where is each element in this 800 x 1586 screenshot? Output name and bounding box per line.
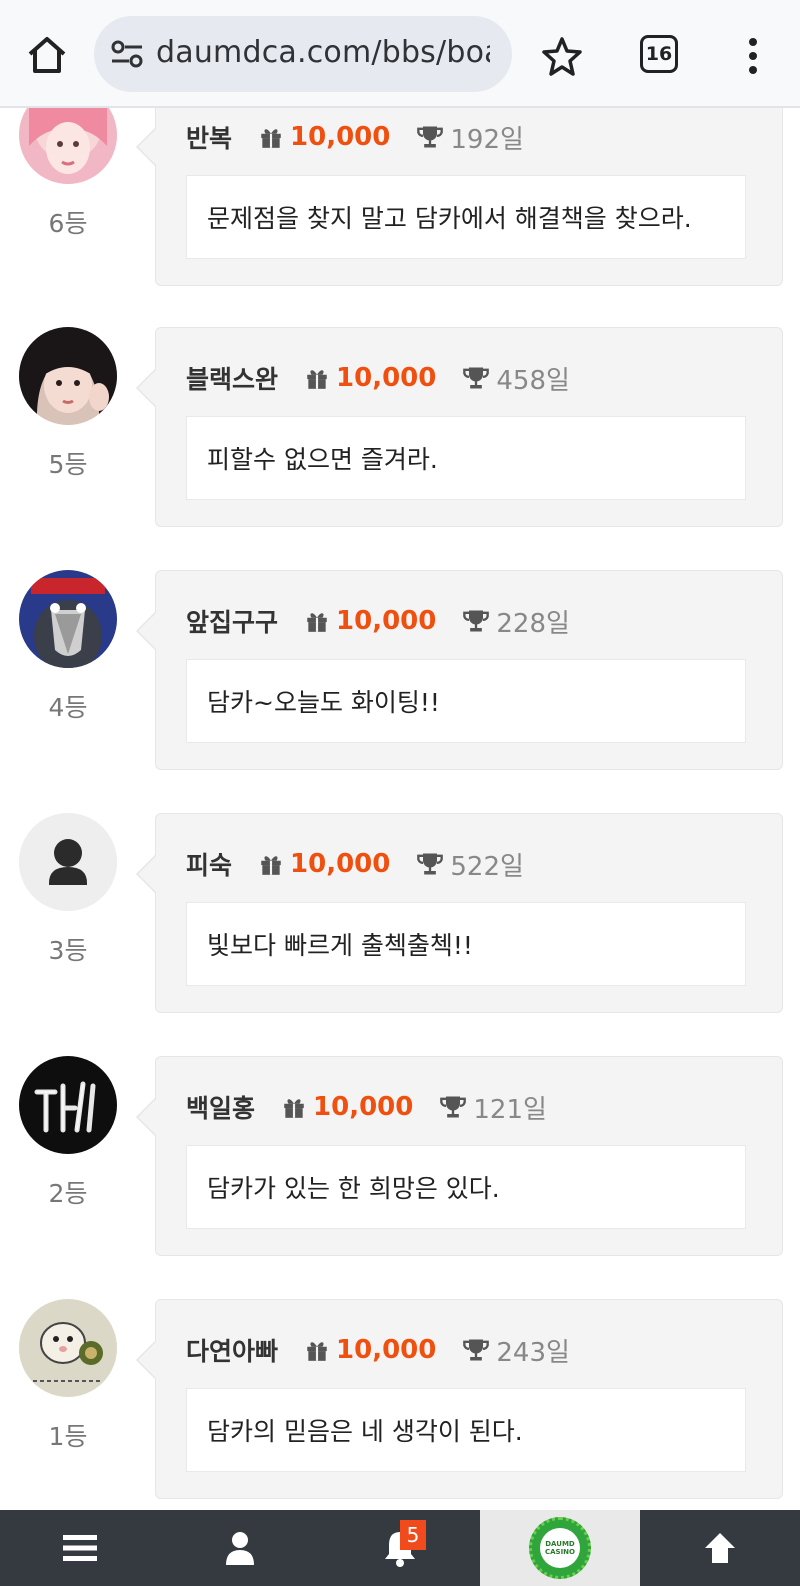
user-icon xyxy=(226,1532,254,1565)
user-button[interactable] xyxy=(160,1510,320,1586)
comment-card: 다연아빠 10,000 243일 담카의 믿음은 네 생각이 된다. xyxy=(136,1299,783,1499)
gift-icon xyxy=(284,1099,304,1118)
default-user-icon xyxy=(19,813,117,911)
gift-icon xyxy=(307,613,327,632)
avatar[interactable] xyxy=(19,1056,117,1154)
rank-label: 4등 xyxy=(48,693,88,722)
comment-message: 담카가 있는 한 희망은 있다. xyxy=(186,1145,746,1229)
rank-label: 1등 xyxy=(48,1422,88,1451)
logo-text: DAUMD CASINO xyxy=(540,1528,580,1568)
gift-icon xyxy=(261,856,281,875)
avatar[interactable] xyxy=(19,813,117,911)
comment-card: 반복 10,000 192일 문제점을 찾지 말고 담카에서 해결책을 찾으라. xyxy=(136,86,783,286)
trophy-icon xyxy=(463,1339,490,1361)
address-bar[interactable]: daumdca.com/bbs/board xyxy=(94,16,512,92)
url-text[interactable]: daumdca.com/bbs/board xyxy=(156,35,490,70)
rank-label: 6등 xyxy=(48,209,88,238)
avatar[interactable] xyxy=(19,327,117,425)
days-count: 458일 xyxy=(496,365,570,396)
list-item: 5등 블랙스완 10,000 458일 피할수 없으면 즐겨라. xyxy=(0,327,800,527)
nickname[interactable]: 앞집구구 xyxy=(186,603,278,639)
comment-message: 담카~오늘도 화이팅!! xyxy=(186,659,746,743)
nickname[interactable]: 반복 xyxy=(186,119,232,155)
nickname[interactable]: 다연아빠 xyxy=(186,1332,278,1368)
days-count: 192일 xyxy=(450,124,524,155)
avatar[interactable] xyxy=(19,570,117,668)
days-count: 243일 xyxy=(496,1337,570,1368)
gift-icon xyxy=(307,370,327,389)
logo-label: DAUMD CASINO xyxy=(544,1540,575,1556)
comment-card: 피숙 10,000 522일 빛보다 빠르게 출첵출첵!! xyxy=(136,813,783,1013)
nickname[interactable]: 피숙 xyxy=(186,846,232,882)
points: 10,000 xyxy=(290,849,391,879)
home-logo-button[interactable]: DAUMD CASINO xyxy=(480,1510,640,1586)
site-settings-icon[interactable] xyxy=(110,38,144,70)
more-menu-icon[interactable] xyxy=(738,34,768,78)
points: 10,000 xyxy=(336,1335,437,1365)
list-item: 1등 다연아빠 10,000 243일 담카의 믿음은 네 생각이 된다. xyxy=(0,1299,800,1499)
avatar[interactable] xyxy=(19,1299,117,1397)
notification-button[interactable]: 5 xyxy=(320,1510,480,1586)
trophy-icon xyxy=(417,853,444,875)
menu-button[interactable] xyxy=(0,1510,160,1586)
comment-message: 빛보다 빠르게 출첵출첵!! xyxy=(186,902,746,986)
points: 10,000 xyxy=(336,606,437,636)
comment-card: 앞집구구 10,000 228일 담카~오늘도 화이팅!! xyxy=(136,570,783,770)
comment-message: 담카의 믿음은 네 생각이 된다. xyxy=(186,1388,746,1472)
days-count: 522일 xyxy=(450,851,524,882)
points: 10,000 xyxy=(290,122,391,152)
nickname[interactable]: 백일홍 xyxy=(186,1089,255,1125)
trophy-icon xyxy=(440,1096,467,1118)
list-item: 6등 반복 10,000 192일 문제점을 찾지 말고 담카에서 해결책을 찾… xyxy=(0,86,800,286)
points: 10,000 xyxy=(313,1092,414,1122)
comment-message: 문제점을 찾지 말고 담카에서 해결책을 찾으라. xyxy=(186,175,746,259)
hamburger-icon xyxy=(63,1535,97,1561)
gift-icon xyxy=(261,129,281,148)
comment-card: 블랙스완 10,000 458일 피할수 없으면 즐겨라. xyxy=(136,327,783,527)
daumd-casino-logo: DAUMD CASINO xyxy=(529,1517,591,1579)
bottom-navigation: 5 DAUMD CASINO xyxy=(0,1510,800,1586)
list-item: 3등 피숙 10,000 522일 빛보다 빠르게 출첵출첵!! xyxy=(0,813,800,1013)
nickname[interactable]: 블랙스완 xyxy=(186,360,278,396)
scroll-top-button[interactable] xyxy=(640,1510,800,1586)
rank-label: 2등 xyxy=(48,1179,88,1208)
days-count: 228일 xyxy=(496,608,570,639)
days-count: 121일 xyxy=(473,1094,547,1125)
list-item: 4등 앞집구구 10,000 228일 담카~오늘도 화이팅!! xyxy=(0,570,800,770)
trophy-icon xyxy=(463,367,490,389)
points: 10,000 xyxy=(336,363,437,393)
rank-label: 3등 xyxy=(48,936,88,965)
gift-icon xyxy=(307,1342,327,1361)
arrow-up-icon xyxy=(705,1533,735,1563)
comment-message: 피할수 없으면 즐겨라. xyxy=(186,416,746,500)
trophy-icon xyxy=(463,610,490,632)
comment-card: 백일홍 10,000 121일 담카가 있는 한 희망은 있다. xyxy=(136,1056,783,1256)
list-item: 2등 백일홍 10,000 121일 담카가 있는 한 희망은 있다. xyxy=(0,1056,800,1256)
home-icon[interactable] xyxy=(22,30,72,80)
tab-switcher-button[interactable]: 16 xyxy=(640,35,678,73)
trophy-icon xyxy=(417,126,444,148)
browser-toolbar: daumdca.com/bbs/board 16 xyxy=(0,0,800,108)
notification-badge: 5 xyxy=(400,1520,426,1550)
rank-label: 5등 xyxy=(48,450,88,479)
bookmark-star-icon[interactable] xyxy=(540,34,584,78)
